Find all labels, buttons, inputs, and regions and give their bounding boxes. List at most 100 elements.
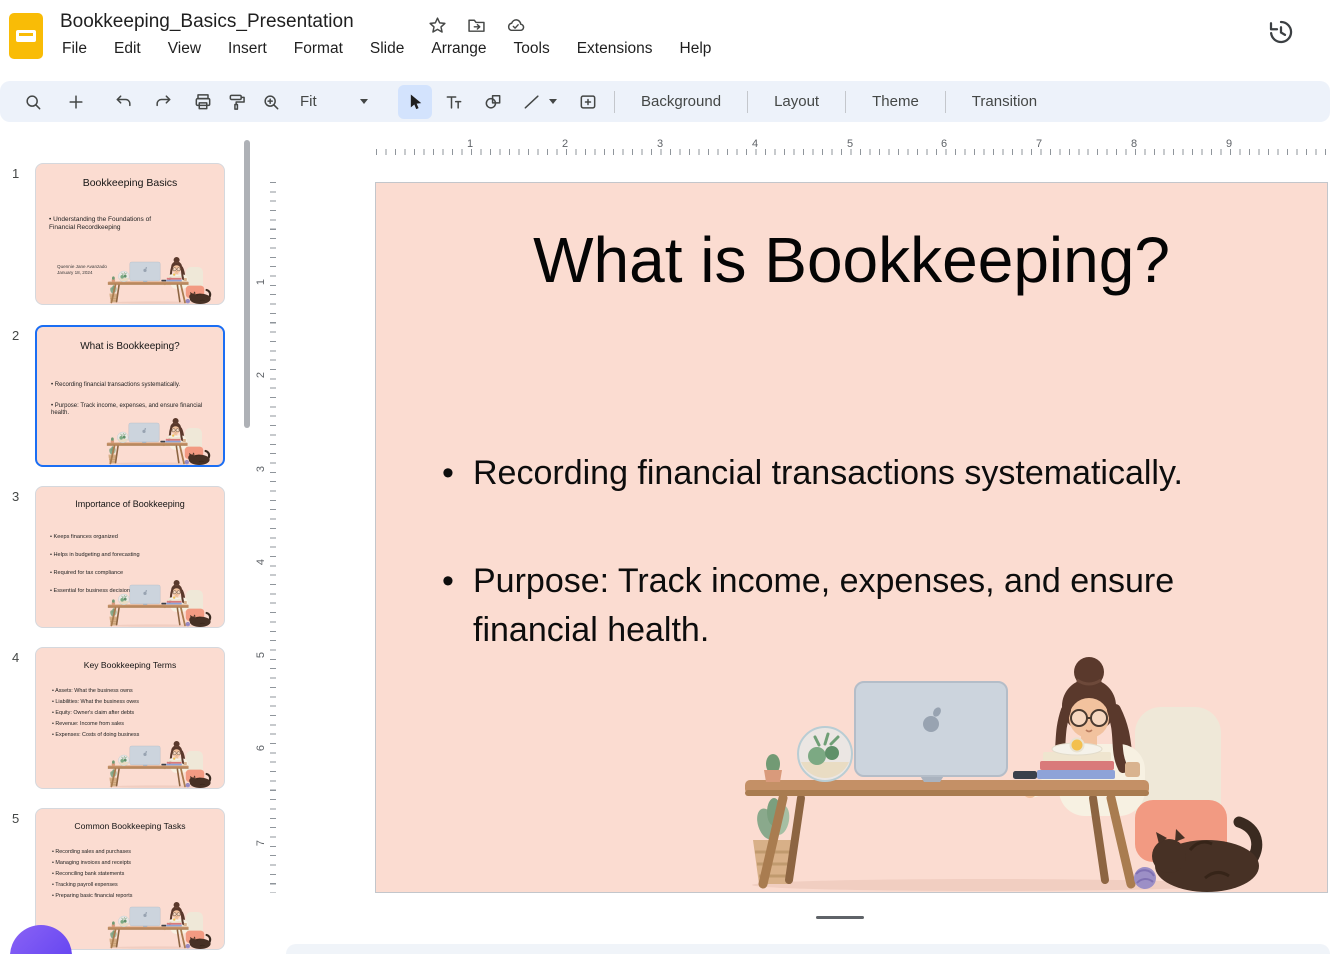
redo-icon[interactable] bbox=[146, 85, 180, 119]
filmstrip: 1 Bookkeeping Basics Understanding the F… bbox=[0, 122, 252, 954]
line-tool[interactable] bbox=[515, 85, 557, 119]
thumb-title: What is Bookkeeping? bbox=[80, 341, 180, 352]
thumb-title: Common Bookkeeping Tasks bbox=[74, 821, 186, 831]
slide-3-row: 3 Importance of Bookkeeping Keeps financ… bbox=[0, 486, 252, 632]
toolbar-divider bbox=[845, 90, 847, 113]
chevron-down-icon bbox=[360, 99, 368, 104]
thumb-bullet: Helps in budgeting and forecasting bbox=[50, 552, 210, 559]
desk-illustration bbox=[106, 579, 212, 627]
move-to-folder-icon[interactable] bbox=[466, 15, 487, 36]
filmstrip-scrollbar[interactable] bbox=[244, 140, 250, 428]
layout-button[interactable]: Layout bbox=[757, 93, 836, 110]
slide-bullet[interactable]: Purpose: Track income, expenses, and ens… bbox=[440, 557, 1250, 654]
thumb-bullet: Recording financial transactions systema… bbox=[51, 382, 203, 389]
slide-4-thumbnail[interactable]: Key Bookkeeping Terms Assets: What the b… bbox=[35, 647, 225, 789]
thumb-footer: Quennie Jane Avanzado January 18, 2024 bbox=[57, 264, 107, 276]
print-icon[interactable] bbox=[186, 85, 220, 119]
zoom-select[interactable]: Fit bbox=[288, 93, 376, 110]
undo-icon[interactable] bbox=[107, 85, 141, 119]
paint-format-icon[interactable] bbox=[220, 85, 254, 119]
slide-canvas[interactable]: What is Bookkeeping? Recording financial… bbox=[375, 182, 1328, 893]
line-icon bbox=[515, 85, 549, 119]
search-icon[interactable] bbox=[16, 85, 50, 119]
text-box-icon[interactable] bbox=[437, 85, 471, 119]
desk-illustration[interactable] bbox=[737, 652, 1265, 892]
desk-illustration bbox=[106, 901, 212, 949]
menu-edit[interactable]: Edit bbox=[114, 40, 141, 58]
menu-help[interactable]: Help bbox=[680, 40, 712, 58]
thumb-bullet: Preparing basic financial reports bbox=[52, 893, 212, 899]
slide-title-textbox[interactable]: What is Bookkeeping? bbox=[376, 223, 1327, 297]
background-button[interactable]: Background bbox=[624, 93, 738, 110]
slide-bullet[interactable]: Recording financial transactions systema… bbox=[440, 449, 1250, 498]
thumb-bullet: Equity: Owner's claim after debts bbox=[52, 710, 212, 716]
shape-icon[interactable] bbox=[476, 85, 510, 119]
thumb-bullet: Expenses: Costs of doing business bbox=[52, 732, 212, 738]
menu-format[interactable]: Format bbox=[294, 40, 343, 58]
menu-insert[interactable]: Insert bbox=[228, 40, 267, 58]
slide-2-number: 2 bbox=[12, 328, 20, 343]
document-title[interactable]: Bookkeeping_Basics_Presentation bbox=[60, 11, 354, 33]
thumb-title: Bookkeeping Basics bbox=[82, 177, 178, 189]
slide-2-row: 2 What is Bookkeeping? Recording financi… bbox=[0, 325, 252, 471]
zoom-value: Fit bbox=[300, 93, 317, 110]
thumb-bullet: Keeps finances organized bbox=[50, 534, 210, 541]
zoom-icon[interactable] bbox=[254, 85, 288, 119]
cloud-saved-icon[interactable] bbox=[505, 15, 526, 36]
select-tool-icon[interactable] bbox=[398, 84, 432, 119]
slide-1-row: 1 Bookkeeping Basics Understanding the F… bbox=[0, 163, 252, 309]
slide-5-number: 5 bbox=[12, 811, 20, 826]
slide-3-number: 3 bbox=[12, 489, 20, 504]
star-icon[interactable] bbox=[427, 15, 448, 36]
thumb-title: Key Bookkeeping Terms bbox=[83, 660, 177, 670]
thumb-bullet: Required for tax compliance bbox=[50, 570, 210, 577]
slide-4-number: 4 bbox=[12, 650, 20, 665]
toolbar-divider bbox=[747, 90, 749, 113]
slide-3-thumbnail[interactable]: Importance of Bookkeeping Keeps finances… bbox=[35, 486, 225, 628]
slide-1-thumbnail[interactable]: Bookkeeping Basics Understanding the Fou… bbox=[35, 163, 225, 305]
desk-illustration bbox=[105, 417, 211, 465]
version-history-icon[interactable] bbox=[1266, 17, 1296, 47]
slide-5-thumbnail[interactable]: Common Bookkeeping Tasks Recording sales… bbox=[35, 808, 225, 950]
thumb-bullet: Understanding the Foundations of Financi… bbox=[49, 216, 159, 232]
thumb-bullet: Purpose: Track income, expenses, and ens… bbox=[51, 403, 203, 417]
thumb-bullet: Assets: What the business owns bbox=[52, 688, 212, 694]
new-slide-button[interactable] bbox=[59, 85, 93, 119]
thumb-bullet: Managing invoices and receipts bbox=[52, 860, 212, 866]
theme-button[interactable]: Theme bbox=[855, 93, 936, 110]
desk-illustration bbox=[106, 740, 212, 788]
thumb-title: Importance of Bookkeeping bbox=[75, 499, 185, 509]
menu-view[interactable]: View bbox=[168, 40, 201, 58]
app-header: Bookkeeping_Basics_Presentation File Edi… bbox=[0, 0, 1330, 80]
menu-file[interactable]: File bbox=[62, 40, 87, 58]
thumb-bullet: Reconciling bank statements bbox=[52, 871, 212, 877]
menu-tools[interactable]: Tools bbox=[514, 40, 550, 58]
thumb-bullet: Revenue: Income from sales bbox=[52, 721, 212, 727]
desk-illustration bbox=[106, 256, 212, 304]
menu-bar: File Edit View Insert Format Slide Arran… bbox=[62, 40, 711, 58]
ruler-ticks bbox=[376, 149, 1327, 155]
google-slides-app: Bookkeeping_Basics_Presentation File Edi… bbox=[0, 0, 1330, 954]
speaker-notes-handle[interactable] bbox=[816, 916, 864, 919]
menu-extensions[interactable]: Extensions bbox=[577, 40, 653, 58]
bottom-bar bbox=[286, 944, 1330, 954]
menu-slide[interactable]: Slide bbox=[370, 40, 404, 58]
toolbar: Fit Background Layout Theme Transition bbox=[0, 81, 1330, 122]
slides-logo-icon[interactable] bbox=[9, 13, 43, 59]
thumb-bullet: Liabilities: What the business owes bbox=[52, 699, 212, 705]
horizontal-ruler: 1 2 3 4 5 6 7 8 9 bbox=[280, 138, 1330, 156]
slide-4-row: 4 Key Bookkeeping Terms Assets: What the… bbox=[0, 647, 252, 793]
thumb-bullet: Recording sales and purchases bbox=[52, 849, 212, 855]
vertical-ruler: 1 2 3 4 5 6 7 bbox=[255, 157, 278, 897]
ruler-ticks bbox=[270, 182, 276, 893]
toolbar-divider bbox=[614, 90, 615, 113]
insert-placeholder-icon[interactable] bbox=[571, 85, 605, 119]
slide-2-thumbnail[interactable]: What is Bookkeeping? Recording financial… bbox=[35, 325, 225, 467]
slide-1-number: 1 bbox=[12, 166, 20, 181]
transition-button[interactable]: Transition bbox=[955, 93, 1054, 110]
thumb-bullet: Tracking payroll expenses bbox=[52, 882, 212, 888]
slide-body-textbox[interactable]: Recording financial transactions systema… bbox=[440, 449, 1250, 654]
toolbar-divider bbox=[944, 90, 946, 113]
menu-arrange[interactable]: Arrange bbox=[431, 40, 486, 58]
chevron-down-icon bbox=[549, 99, 557, 104]
